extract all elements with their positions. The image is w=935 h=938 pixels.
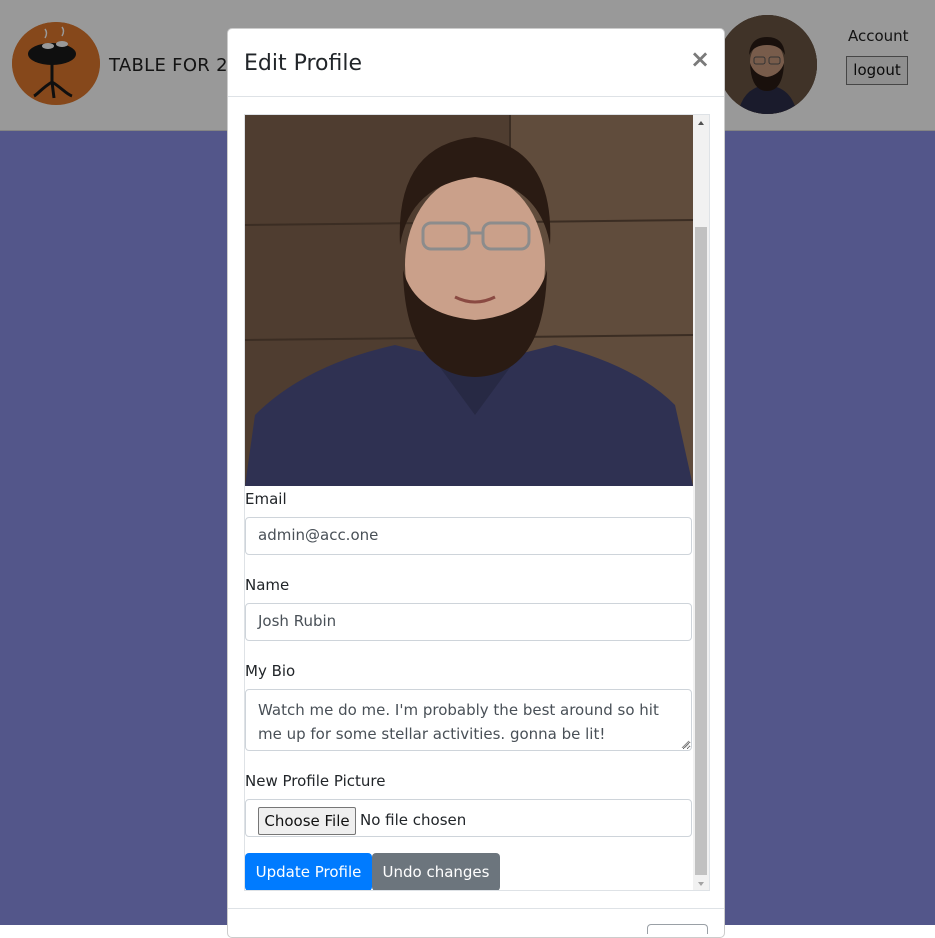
scroll-down-arrow-icon[interactable] — [693, 876, 709, 891]
picture-label: New Profile Picture — [245, 772, 386, 790]
modal-header: Edit Profile × — [228, 29, 724, 97]
email-field[interactable]: admin@acc.one — [245, 517, 692, 555]
profile-portrait-image — [245, 115, 693, 486]
modal-title: Edit Profile — [244, 51, 363, 76]
email-label: Email — [245, 490, 287, 508]
profile-photo — [245, 115, 693, 486]
close-icon[interactable]: × — [690, 45, 710, 73]
profile-picture-input[interactable]: Choose File No file chosen — [245, 799, 692, 837]
edit-profile-modal: Edit Profile × Email admin@acc.one Name … — [227, 28, 725, 938]
profile-form: Email admin@acc.one Name Josh Rubin My B… — [245, 115, 693, 890]
bio-text: Watch me do me. I'm probably the best ar… — [258, 701, 659, 743]
bio-textarea[interactable]: Watch me do me. I'm probably the best ar… — [245, 689, 692, 751]
bio-label: My Bio — [245, 662, 296, 680]
update-profile-button[interactable]: Update Profile — [245, 853, 372, 890]
scrollbar-thumb[interactable] — [695, 227, 707, 875]
undo-changes-button[interactable]: Undo changes — [372, 853, 500, 890]
modal-footer-divider — [228, 908, 724, 909]
choose-file-button[interactable]: Choose File — [258, 807, 356, 835]
modal-scroll-area[interactable]: Email admin@acc.one Name Josh Rubin My B… — [244, 114, 710, 891]
scrollbar[interactable] — [693, 115, 709, 891]
name-field[interactable]: Josh Rubin — [245, 603, 692, 641]
scroll-up-arrow-icon[interactable] — [693, 115, 709, 131]
modal-footer-button[interactable] — [647, 924, 708, 934]
resize-handle-icon[interactable] — [681, 740, 689, 748]
file-status-text: No file chosen — [360, 811, 467, 829]
name-label: Name — [245, 576, 290, 594]
